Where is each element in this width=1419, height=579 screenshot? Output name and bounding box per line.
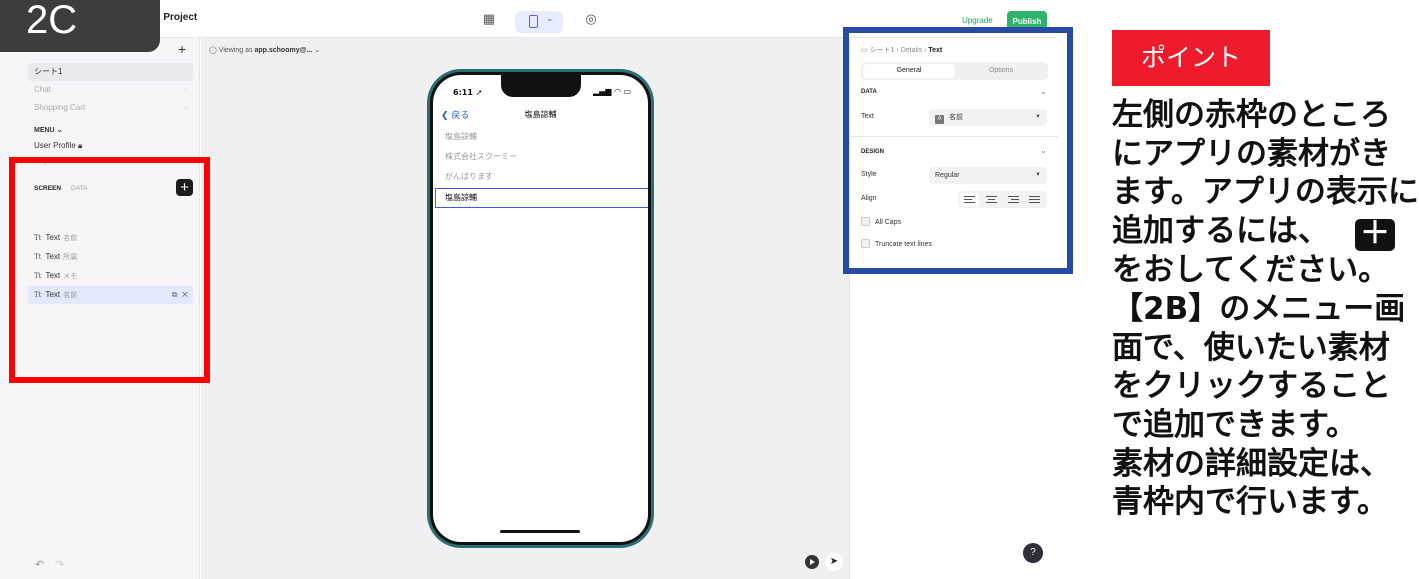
instruction-text: 左側の赤枠のところにアプリの素材がきます。アプリの表示に追加するには、 ＋をおして…	[1112, 97, 1419, 521]
sidebar-tab-label: Chat	[34, 85, 51, 94]
project-title: s Project	[155, 12, 198, 23]
play-icon[interactable]	[805, 555, 819, 569]
phone-notch	[501, 75, 581, 97]
device-preview-toggle[interactable]: ⌄	[515, 11, 563, 33]
back-button[interactable]: ❮ 戻る	[441, 108, 469, 121]
upgrade-link[interactable]: Upgrade	[962, 16, 993, 25]
phone-text-item[interactable]: 株式会社スクーミー	[445, 151, 517, 162]
phone-icon	[529, 15, 538, 28]
sidebar-tab-label: Shopping Cart	[34, 103, 86, 112]
blue-highlight-frame	[843, 27, 1073, 274]
sidebar-tab-chat[interactable]: Chat ◌	[28, 81, 193, 99]
sidebar-tab-shopping-cart[interactable]: Shopping Cart ◌	[28, 99, 193, 117]
chevron-down-icon: ⌄	[546, 14, 554, 24]
point-badge: ポイント	[1112, 30, 1270, 86]
red-highlight-frame	[9, 157, 210, 383]
user-avatar-icon: ◯	[209, 47, 217, 54]
step-badge: 2C	[0, 0, 160, 52]
sidebar-tab-label: シート1	[34, 67, 63, 76]
redo-icon[interactable]: ↷	[55, 558, 64, 571]
settings-icon[interactable]: ◎	[583, 12, 599, 28]
hidden-eye-icon[interactable]: ◌	[184, 99, 189, 117]
undo-icon[interactable]: ↶	[35, 558, 44, 571]
cursor-icon[interactable]: ➤	[825, 553, 843, 571]
hidden-eye-icon[interactable]: ◌	[184, 81, 189, 99]
lock-icon: 🔒︎	[78, 141, 83, 150]
menu-section-label: MENU ⌄	[34, 127, 63, 134]
menu-item-user-profile[interactable]: User Profile 🔒︎	[34, 141, 82, 151]
plus-icon: ＋	[1355, 219, 1395, 252]
phone-text-item-selected[interactable]: 塩島諒輔	[435, 188, 648, 208]
phone-preview: 6:11 ➚ ▂▄▆ ◠ ▭ 塩島諒輔 ❮ 戻る 塩島諒輔 株式会社スクーミー …	[427, 69, 654, 548]
phone-text-item[interactable]: がんばります	[445, 171, 493, 182]
viewing-as-selector[interactable]: ◯ Viewing as app.schoomy@... ⌄	[209, 46, 320, 54]
phone-text-item[interactable]: 塩島諒輔	[445, 131, 477, 142]
status-time: 6:11 ➚	[453, 88, 483, 97]
sidebar-tab-sheet1[interactable]: シート1	[28, 63, 193, 81]
add-tab-icon[interactable]: +	[178, 41, 186, 57]
phone-screen: 6:11 ➚ ▂▄▆ ◠ ▭ 塩島諒輔 ❮ 戻る 塩島諒輔 株式会社スクーミー …	[433, 75, 648, 542]
help-button[interactable]: ?	[1023, 543, 1043, 563]
home-indicator	[500, 530, 580, 533]
status-icons: ▂▄▆ ◠ ▭	[593, 87, 632, 96]
table-view-icon[interactable]: ▦	[481, 12, 497, 28]
